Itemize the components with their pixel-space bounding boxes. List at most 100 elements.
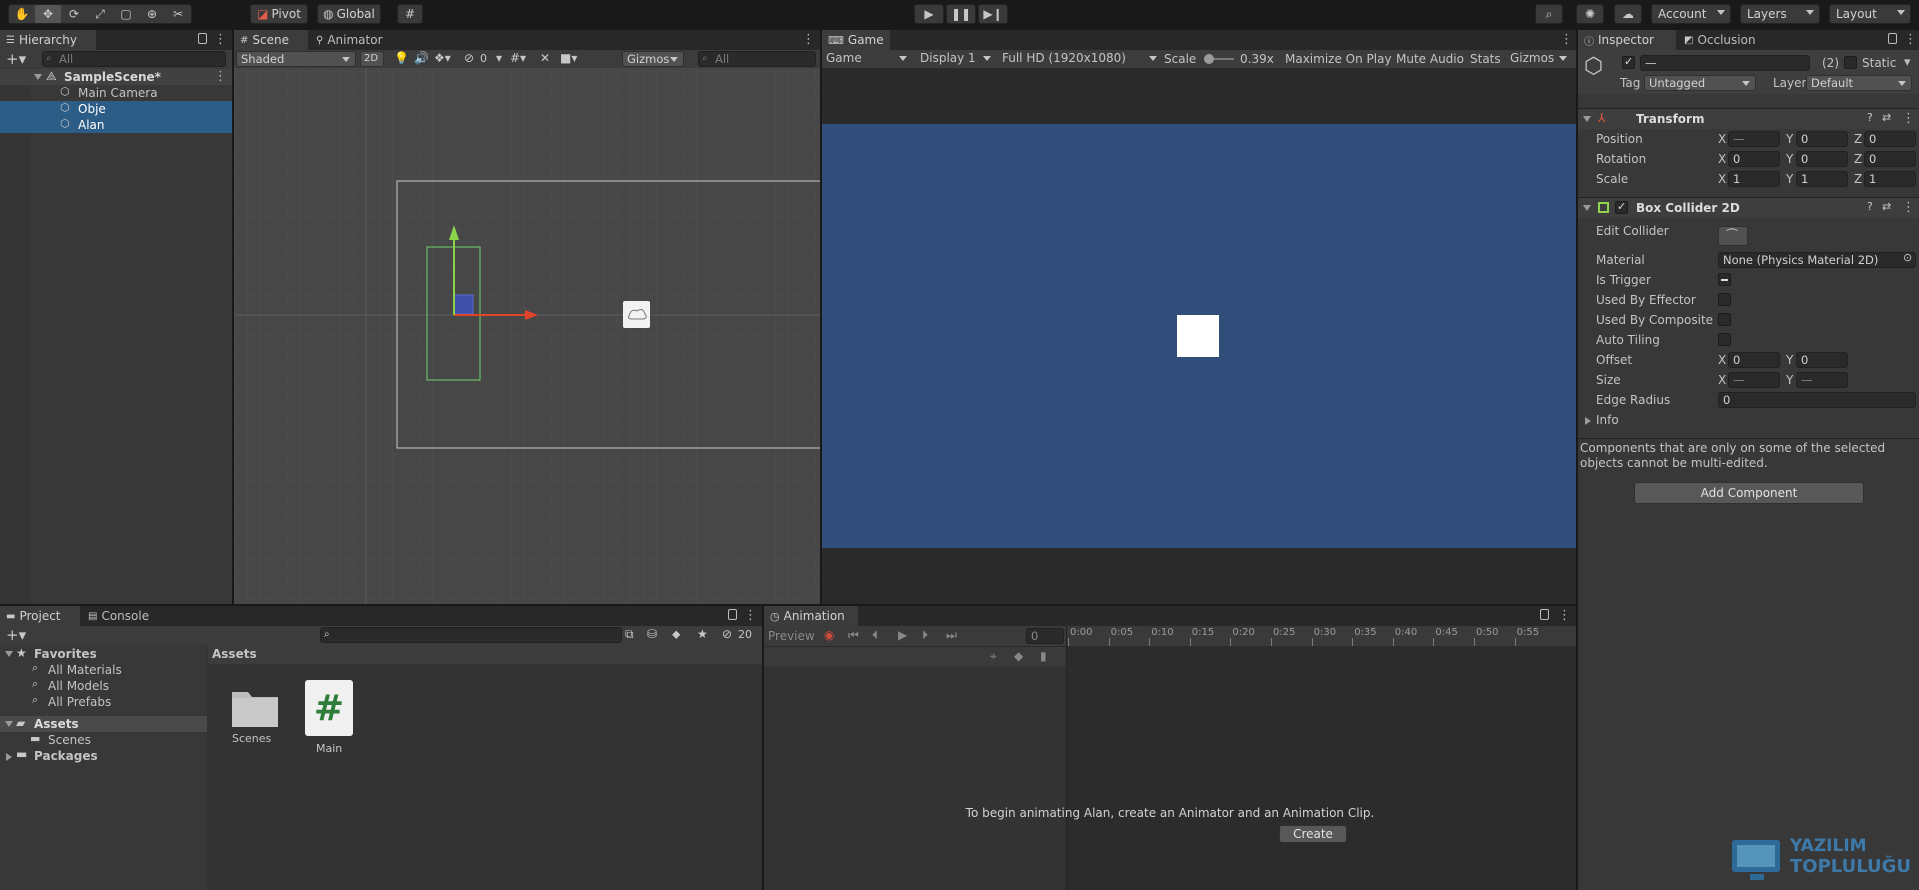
- first-key-icon[interactable]: ⏮: [848, 628, 859, 643]
- last-key-icon[interactable]: ⏭: [946, 628, 957, 643]
- play-button[interactable]: ▶: [914, 4, 944, 24]
- active-checkbox[interactable]: ✓: [1622, 55, 1635, 69]
- grid-visibility-icon[interactable]: #▾: [510, 51, 526, 65]
- expand-arrow-icon[interactable]: [1583, 205, 1591, 211]
- rotate-tool-icon[interactable]: ⟳: [61, 7, 87, 21]
- scale-y-input[interactable]: 1: [1796, 171, 1848, 187]
- step-button[interactable]: ▶❙: [978, 4, 1008, 24]
- tag-dropdown[interactable]: Untagged: [1644, 75, 1756, 91]
- pivot-button[interactable]: ◪ Pivot: [250, 4, 308, 24]
- maximize-on-play-toggle[interactable]: Maximize On Play: [1285, 52, 1392, 66]
- list-item[interactable]: ⬡ Alan: [0, 117, 232, 133]
- hierarchy-search-input[interactable]: ⌕ All: [42, 51, 226, 67]
- collapse-arrow-icon[interactable]: [6, 753, 12, 761]
- tab-project[interactable]: ▬ Project: [0, 606, 80, 626]
- used-by-effector-checkbox[interactable]: [1718, 293, 1731, 306]
- grid-snap-button[interactable]: #: [397, 4, 423, 24]
- favorite-item[interactable]: All Materials: [48, 663, 122, 677]
- global-button[interactable]: ◍ Global: [317, 4, 381, 24]
- scale-x-input[interactable]: 1: [1728, 171, 1780, 187]
- shading-dropdown[interactable]: Shaded: [236, 51, 356, 67]
- expand-arrow-icon[interactable]: [34, 74, 42, 80]
- more-menu-icon[interactable]: ⋮: [744, 608, 757, 623]
- tab-inspector[interactable]: ⓘ Inspector: [1578, 30, 1676, 50]
- scale-z-input[interactable]: 1: [1864, 171, 1916, 187]
- edge-radius-input[interactable]: 0: [1718, 392, 1916, 408]
- transform-tool-icon[interactable]: ⊕: [139, 7, 165, 21]
- project-search-input[interactable]: ⌕: [320, 627, 622, 643]
- object-name-input[interactable]: —: [1640, 55, 1810, 71]
- scenes-tree-item[interactable]: Scenes: [48, 733, 91, 747]
- hidden-objects-icon[interactable]: ⊘: [464, 51, 474, 65]
- next-key-icon[interactable]: ⏵: [922, 628, 928, 643]
- position-y-input[interactable]: 0: [1796, 131, 1848, 147]
- component-menu-icon[interactable]: ⋮: [1902, 200, 1915, 215]
- scale-slider-thumb[interactable]: [1204, 54, 1214, 64]
- size-y-input[interactable]: —: [1796, 372, 1848, 388]
- add-icon[interactable]: +▾: [6, 50, 26, 68]
- mute-audio-toggle[interactable]: Mute Audio: [1396, 52, 1464, 66]
- rotation-z-input[interactable]: 0: [1864, 151, 1916, 167]
- pause-button[interactable]: ❚❚: [946, 4, 976, 24]
- prev-key-icon[interactable]: ⏴: [872, 628, 878, 643]
- preset-icon[interactable]: ⇄: [1882, 111, 1891, 124]
- edit-collider-button[interactable]: ⏜: [1718, 226, 1748, 246]
- camera-icon[interactable]: ■▾: [560, 51, 577, 65]
- layer-dropdown[interactable]: Default: [1806, 75, 1912, 91]
- asset-item[interactable]: Scenes: [230, 684, 280, 745]
- more-menu-icon[interactable]: ⋮: [1558, 608, 1571, 623]
- material-field[interactable]: None (Physics Material 2D): [1718, 252, 1916, 268]
- account-dropdown[interactable]: Account: [1651, 4, 1731, 24]
- preview-toggle[interactable]: Preview: [768, 629, 815, 643]
- position-z-input[interactable]: 0: [1864, 131, 1916, 147]
- game-viewport[interactable]: [822, 124, 1576, 548]
- scene-menu-icon[interactable]: ⋮: [214, 69, 227, 84]
- layout-dropdown[interactable]: Layout: [1829, 4, 1911, 24]
- tab-animation[interactable]: ◷ Animation: [764, 606, 858, 626]
- more-menu-icon[interactable]: ⋮: [214, 32, 227, 47]
- static-checkbox[interactable]: [1844, 56, 1857, 69]
- frame-input[interactable]: 0: [1026, 628, 1064, 644]
- size-x-input[interactable]: —: [1728, 372, 1780, 388]
- lock-icon[interactable]: [1888, 33, 1897, 44]
- scene-row[interactable]: ⟁ SampleScene* ⋮: [0, 69, 232, 85]
- preset-icon[interactable]: ⇄: [1882, 200, 1891, 213]
- menu-arrow-icon[interactable]: ▾: [496, 51, 502, 65]
- move-plane-handle[interactable]: [453, 294, 474, 315]
- offset-x-input[interactable]: 0: [1728, 352, 1780, 368]
- search-by-type-icon[interactable]: ⧉: [625, 627, 634, 642]
- resolution-dropdown[interactable]: Full HD (1920x1080): [1002, 51, 1162, 67]
- tab-console[interactable]: ▤ Console: [82, 606, 162, 626]
- offset-y-input[interactable]: 0: [1796, 352, 1848, 368]
- collider-header[interactable]: ✓ Box Collider 2D ? ⇄ ⋮: [1578, 198, 1919, 218]
- gizmos-dropdown[interactable]: Gizmos: [622, 51, 684, 67]
- timeline-ruler[interactable]: 0:00 0:05 0:10 0:15 0:20 0:25 0:30 0:35 0:40 0:45…: [1066, 626, 1576, 646]
- expand-arrow-icon[interactable]: [5, 651, 13, 657]
- custom-tool-icon[interactable]: ✂: [165, 7, 191, 21]
- effects-icon[interactable]: ❖▾: [434, 51, 451, 65]
- lock-icon[interactable]: [198, 33, 207, 44]
- play-icon[interactable]: ▶: [898, 628, 907, 642]
- expand-arrow-icon[interactable]: [1583, 116, 1591, 122]
- lighting-icon[interactable]: 💡: [394, 51, 409, 65]
- scene-viewport[interactable]: [234, 68, 820, 604]
- collab-button[interactable]: ✺: [1576, 4, 1604, 24]
- list-item[interactable]: ⬡ Obje: [0, 101, 232, 117]
- hand-tool-icon[interactable]: ✋: [9, 7, 35, 21]
- game-view-dropdown[interactable]: Game: [826, 51, 912, 67]
- tab-animator[interactable]: ⚲ Animator: [310, 30, 392, 50]
- expand-arrow-icon[interactable]: [5, 721, 13, 727]
- lock-icon[interactable]: [728, 609, 737, 620]
- transform-header[interactable]: ⅄ Transform ? ⇄ ⋮: [1578, 109, 1919, 129]
- static-menu-icon[interactable]: ▾: [1904, 55, 1910, 70]
- label-icon[interactable]: ⬥: [672, 627, 680, 642]
- more-menu-icon[interactable]: ⋮: [1904, 32, 1917, 47]
- scale-tool-icon[interactable]: ⤢: [87, 7, 113, 22]
- layers-dropdown[interactable]: Layers: [1740, 4, 1820, 24]
- add-component-button[interactable]: Add Component: [1634, 482, 1864, 504]
- lock-icon[interactable]: [1540, 609, 1549, 620]
- record-icon[interactable]: ◉: [824, 628, 834, 642]
- display-dropdown[interactable]: Display 1: [920, 51, 996, 67]
- is-trigger-checkbox[interactable]: [1718, 273, 1731, 286]
- add-event-icon[interactable]: ▮: [1040, 649, 1047, 663]
